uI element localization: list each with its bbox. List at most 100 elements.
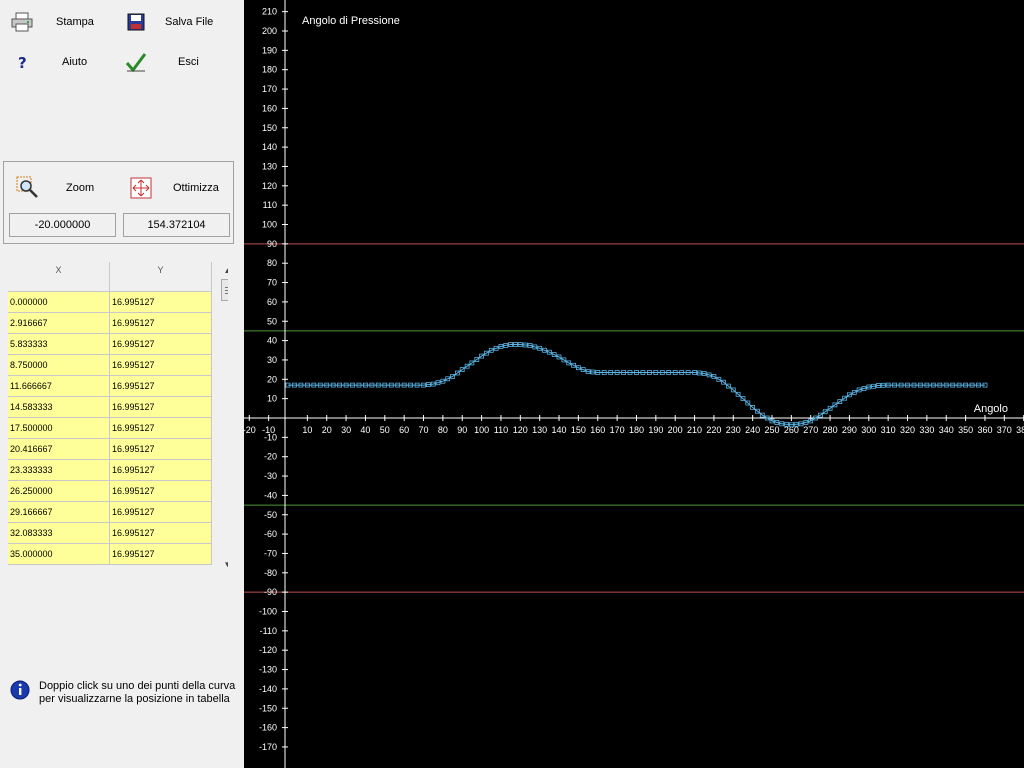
y-tick-label: 190 [262,45,277,55]
column-header-y[interactable]: Y [110,262,212,292]
x-tick-label: 240 [745,425,760,435]
zoom-label: Zoom [66,182,95,194]
x-tick-label: 330 [919,425,934,435]
y-tick-label: 120 [262,181,277,191]
cell-x[interactable]: 20.416667 [8,439,110,460]
scroll-down-icon[interactable]: ▼ [219,556,228,573]
table-row[interactable]: 5.833333 16.995127 [8,334,212,355]
info-text-line2: per visualizzarne la posizione in tabell… [39,693,230,705]
table-row[interactable]: 23.333333 16.995127 [8,460,212,481]
cell-y[interactable]: 16.995127 [110,523,212,544]
cell-y[interactable]: 16.995127 [110,439,212,460]
y-tick-label: 180 [262,65,277,75]
table-row[interactable]: 11.666667 16.995127 [8,376,212,397]
x-tick-label: 10 [302,425,312,435]
x-tick-label: 370 [997,425,1012,435]
x-tick-label: -20 [244,425,256,435]
y-tick-label: 110 [263,200,277,210]
cell-y[interactable]: 16.995127 [110,313,212,334]
cell-x[interactable]: 8.750000 [8,355,110,376]
cell-y[interactable]: 16.995127 [110,460,212,481]
cell-x[interactable]: 14.583333 [8,397,110,418]
y-tick-label: 90 [267,239,277,249]
chart-canvas[interactable]: -170 -160 -150 -140 -130 -120 -110 -100 -90 -80 -7… [244,0,1024,768]
table-row[interactable]: 29.166667 16.995127 [8,502,212,523]
y-tick-label: -170 [259,742,277,752]
cell-y[interactable]: 16.995127 [110,544,212,565]
y-tick-label: -120 [259,645,277,655]
zoom-max-value[interactable]: 154.372104 [123,213,230,237]
x-tick-label: 160 [590,425,605,435]
x-tick-label: 70 [419,425,429,435]
zoom-min-value[interactable]: -20.000000 [9,213,116,237]
print-button[interactable]: Stampa [10,10,94,34]
svg-text:?: ? [18,54,27,72]
y-tick-label: -110 [260,626,277,636]
save-file-button[interactable]: Salva File [124,10,213,34]
table-row[interactable]: 35.000000 16.995127 [8,544,212,565]
optimize-button[interactable]: Ottimizza [129,176,219,200]
x-axis-label: Angolo [974,403,1008,415]
y-tick-label: 70 [267,278,277,288]
save-file-label: Salva File [165,16,214,28]
table-row[interactable]: 14.583333 16.995127 [8,397,212,418]
x-tick-label: 140 [552,425,567,435]
scroll-thumb[interactable] [221,279,228,301]
x-tick-label: 360 [977,425,992,435]
cell-y[interactable]: 16.995127 [110,355,212,376]
y-tick-label: 210 [262,7,277,17]
help-button[interactable]: ? Aiuto [10,50,87,74]
x-tick-label: 20 [322,425,332,435]
info-text-line1: Doppio click su uno dei punti della curv… [39,680,236,692]
y-tick-label: -50 [264,510,277,520]
y-tick-label: -70 [264,548,277,558]
cell-y[interactable]: 16.995127 [110,334,212,355]
table-row[interactable]: 20.416667 16.995127 [8,439,212,460]
y-tick-label: 50 [267,316,277,326]
cell-y[interactable]: 16.995127 [110,481,212,502]
table-row[interactable]: 2.916667 16.995127 [8,313,212,334]
cell-x[interactable]: 5.833333 [8,334,110,355]
exit-button[interactable]: Esci [124,50,199,74]
table-row[interactable]: 26.250000 16.995127 [8,481,212,502]
table-row[interactable]: 8.750000 16.995127 [8,355,212,376]
x-tick-label: 100 [474,425,489,435]
cell-y[interactable]: 16.995127 [110,397,212,418]
cell-y[interactable]: 16.995127 [110,292,212,313]
help-label: Aiuto [62,56,88,68]
cell-x[interactable]: 32.083333 [8,523,110,544]
print-label: Stampa [56,16,94,28]
pressure-angle-chart[interactable]: -170 -160 -150 -140 -130 -120 -110 -100 -90 -80 -7… [244,0,1024,768]
x-tick-label: 220 [706,425,721,435]
cell-x[interactable]: 2.916667 [8,313,110,334]
scroll-up-icon[interactable]: ▲ [219,262,228,279]
y-tick-label: 30 [267,355,277,365]
cell-x[interactable]: 29.166667 [8,502,110,523]
table-row[interactable]: 32.083333 16.995127 [8,523,212,544]
x-tick-label: 90 [457,425,467,435]
floppy-disk-icon [124,10,148,34]
cell-x[interactable]: 0.000000 [8,292,110,313]
x-tick-label: 320 [900,425,915,435]
y-tick-label: -130 [259,665,277,675]
y-tick-label: -60 [264,529,277,539]
cell-x[interactable]: 17.500000 [8,418,110,439]
table-row[interactable]: 17.500000 16.995127 [8,418,212,439]
x-tick-label: 30 [341,425,351,435]
x-tick-label: 310 [881,425,896,435]
cell-y[interactable]: 16.995127 [110,418,212,439]
cell-x[interactable]: 26.250000 [8,481,110,502]
y-tick-label: -90 [264,587,277,597]
zoom-button[interactable]: Zoom [16,176,94,200]
x-tick-label: 50 [380,425,390,435]
y-tick-label: 160 [262,103,277,113]
cell-x[interactable]: 23.333333 [8,460,110,481]
cell-x[interactable]: 11.666667 [8,376,110,397]
column-header-x[interactable]: X [8,262,110,292]
table-scrollbar[interactable]: ▲ ▼ [219,262,228,573]
cell-x[interactable]: 35.000000 [8,544,110,565]
y-tick-label: -80 [264,568,277,578]
table-row[interactable]: 0.000000 16.995127 [8,292,212,313]
cell-y[interactable]: 16.995127 [110,376,212,397]
cell-y[interactable]: 16.995127 [110,502,212,523]
